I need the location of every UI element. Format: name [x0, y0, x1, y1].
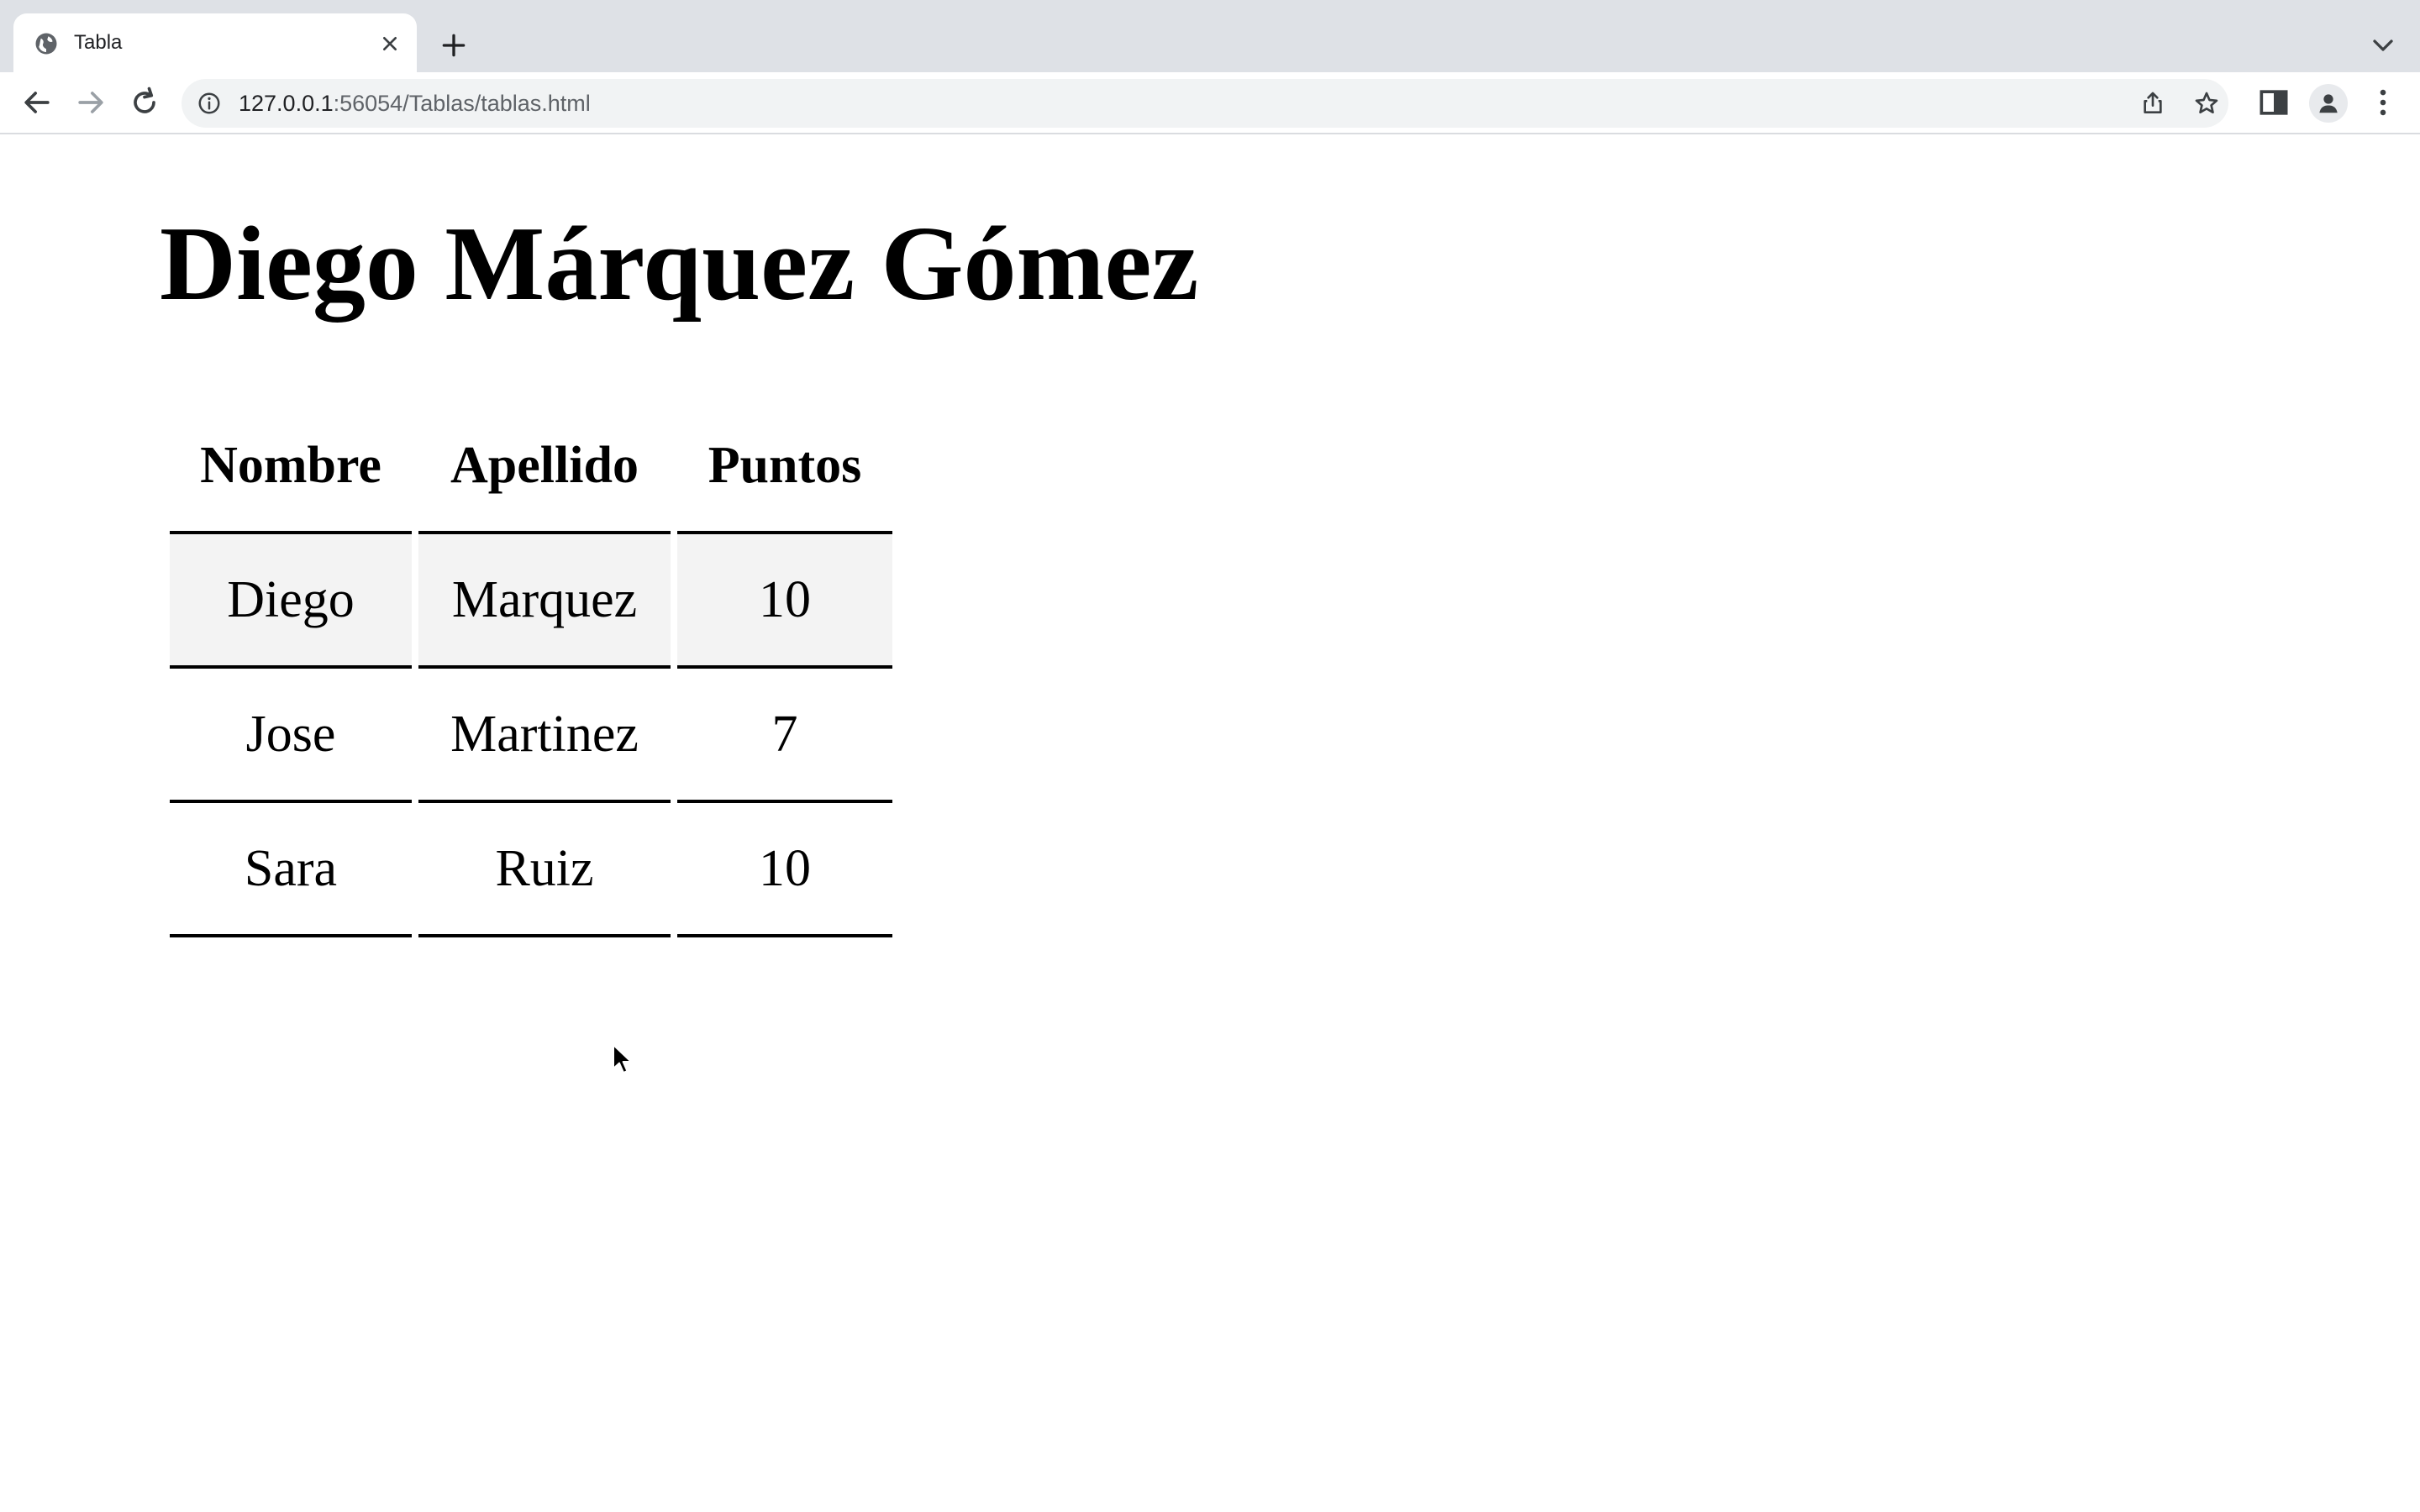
column-header-apellido: Apellido	[418, 400, 671, 534]
cell-puntos: 10	[677, 534, 892, 669]
chevron-down-icon[interactable]	[2366, 29, 2400, 62]
kebab-menu-icon[interactable]	[2365, 84, 2402, 121]
cell-nombre: Jose	[170, 669, 412, 803]
column-header-nombre: Nombre	[170, 400, 412, 534]
reload-icon[interactable]	[126, 84, 163, 121]
side-panel-icon[interactable]	[2255, 84, 2292, 121]
address-bar[interactable]: 127.0.0.1:56054/Tablas/tablas.html	[182, 79, 2228, 128]
avatar[interactable]	[2309, 84, 2348, 123]
share-icon[interactable]	[2139, 90, 2166, 117]
plus-icon[interactable]	[437, 29, 471, 62]
star-icon[interactable]	[2193, 90, 2220, 117]
page-title: Diego Márquez Gómez	[160, 206, 1199, 323]
info-icon[interactable]	[197, 91, 222, 116]
close-icon[interactable]	[376, 30, 403, 57]
cell-puntos: 10	[677, 803, 892, 937]
cell-puntos: 7	[677, 669, 892, 803]
scores-table: Nombre Apellido Puntos Diego Marquez 10 …	[163, 400, 899, 937]
table-row: Sara Ruiz 10	[170, 803, 892, 937]
url-host: 127.0.0.1	[239, 91, 334, 116]
cell-apellido: Marquez	[418, 534, 671, 669]
cell-nombre: Sara	[170, 803, 412, 937]
tab-active[interactable]: Tabla	[13, 13, 417, 72]
cell-apellido: Ruiz	[418, 803, 671, 937]
page-viewport: Diego Márquez Gómez Nombre Apellido Punt…	[0, 134, 2420, 1512]
globe-icon	[35, 33, 57, 55]
table-row: Diego Marquez 10	[170, 534, 892, 669]
table-row: Jose Martinez 7	[170, 669, 892, 803]
tab-title: Tabla	[74, 31, 123, 54]
forward-arrow-icon[interactable]	[72, 84, 109, 121]
profile-icon	[2319, 94, 2338, 113]
tab-strip: Tabla	[0, 0, 2420, 72]
browser-toolbar: 127.0.0.1:56054/Tablas/tablas.html	[0, 72, 2420, 134]
table-header-row: Nombre Apellido Puntos	[170, 400, 892, 534]
url-path: :56054/Tablas/tablas.html	[333, 91, 591, 116]
back-arrow-icon[interactable]	[18, 84, 55, 121]
cell-nombre: Diego	[170, 534, 412, 669]
column-header-puntos: Puntos	[677, 400, 892, 534]
url-text[interactable]: 127.0.0.1:56054/Tablas/tablas.html	[239, 89, 591, 118]
cell-apellido: Martinez	[418, 669, 671, 803]
mouse-cursor-icon	[613, 1044, 632, 1074]
